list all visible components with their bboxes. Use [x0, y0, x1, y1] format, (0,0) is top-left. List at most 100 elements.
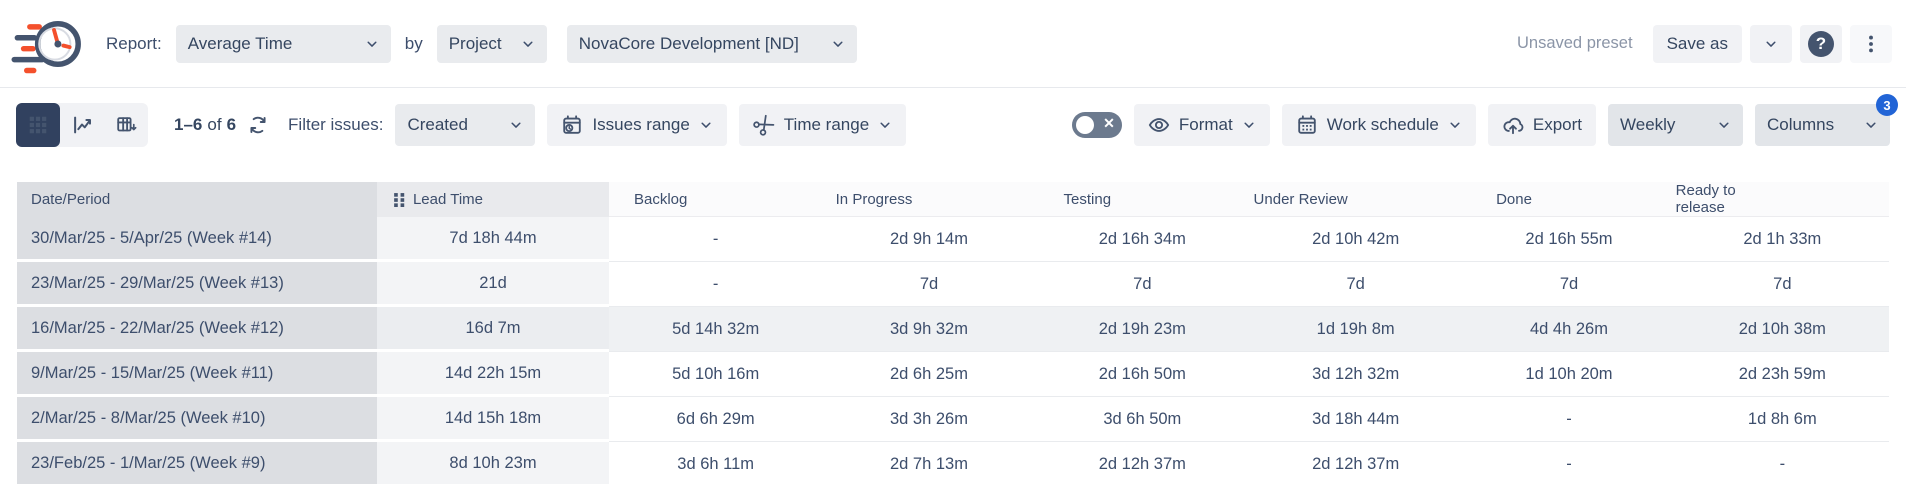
- value-cell: 2d 12h 37m: [1036, 442, 1249, 484]
- more-options-button[interactable]: [1850, 25, 1892, 63]
- work-schedule-button[interactable]: Work schedule: [1282, 104, 1476, 146]
- save-as-button[interactable]: Save as: [1653, 25, 1742, 63]
- date-period-cell: 2/Mar/25 - 8/Mar/25 (Week #10): [17, 397, 377, 442]
- value-cell: 2d 6h 25m: [822, 352, 1035, 397]
- chevron-down-icon: [831, 37, 845, 51]
- date-period-cell: 23/Mar/25 - 29/Mar/25 (Week #13): [17, 262, 377, 307]
- columns-label: Columns: [1767, 115, 1834, 135]
- lead-time-cell: 21d: [377, 262, 609, 307]
- cloud-export-icon: [1502, 114, 1524, 136]
- refresh-icon[interactable]: [248, 115, 268, 135]
- value-cell: 2d 1h 33m: [1676, 217, 1889, 262]
- time-range-button[interactable]: Time range: [739, 104, 906, 146]
- value-cell: -: [1676, 442, 1889, 484]
- value-cell: 2d 9h 14m: [822, 217, 1035, 262]
- column-header-lead-time[interactable]: Lead Time: [377, 182, 609, 217]
- help-button[interactable]: ?: [1800, 25, 1842, 63]
- value-cell: 7d: [1036, 262, 1249, 307]
- top-header-bar: Report: Average Time by Project NovaCore…: [0, 0, 1906, 88]
- format-label: Format: [1179, 115, 1233, 135]
- by-label: by: [405, 34, 423, 54]
- eye-icon: [1148, 114, 1170, 136]
- chevron-down-icon: [365, 37, 379, 51]
- work-schedule-label: Work schedule: [1327, 115, 1439, 135]
- date-period-cell: 9/Mar/25 - 15/Mar/25 (Week #11): [17, 352, 377, 397]
- date-period-cell: 30/Mar/25 - 5/Apr/25 (Week #14): [17, 217, 377, 262]
- date-period-cell: 23/Feb/25 - 1/Mar/25 (Week #9): [17, 442, 377, 484]
- lead-time-cell: 14d 22h 15m: [377, 352, 609, 397]
- value-cell: 4d 4h 26m: [1462, 307, 1675, 352]
- value-cell: 1d 19h 8m: [1249, 307, 1462, 352]
- column-header-testing[interactable]: Testing: [1036, 182, 1249, 217]
- export-label: Export: [1533, 115, 1582, 135]
- value-cell: 2d 19h 23m: [1036, 307, 1249, 352]
- toggle-knob: [1076, 116, 1094, 134]
- value-cell: 2d 16h 34m: [1036, 217, 1249, 262]
- value-cell: 3d 6h 50m: [1036, 397, 1249, 442]
- value-cell: 7d: [1249, 262, 1462, 307]
- column-header-in-progress[interactable]: In Progress: [822, 182, 1035, 217]
- value-cell: 7d: [1676, 262, 1889, 307]
- filter-issues-label: Filter issues:: [288, 115, 383, 135]
- scissors-icon: [753, 114, 775, 136]
- calendar-icon: [1296, 114, 1318, 136]
- columns-count-badge: 3: [1876, 94, 1898, 116]
- filter-field-select[interactable]: Created: [395, 104, 535, 146]
- chevron-down-icon: [878, 118, 892, 132]
- period-select[interactable]: Weekly: [1608, 104, 1743, 146]
- column-header-date-period[interactable]: Date/Period: [17, 182, 377, 217]
- date-period-cell: 16/Mar/25 - 22/Mar/25 (Week #12): [17, 307, 377, 352]
- issues-range-button[interactable]: Issues range: [547, 104, 726, 146]
- value-cell: 2d 16h 55m: [1462, 217, 1675, 262]
- value-cell: 7d: [822, 262, 1035, 307]
- line-chart-icon: [71, 114, 93, 136]
- table-row: 9/Mar/25 - 15/Mar/25 (Week #11) 14d 22h …: [17, 352, 1889, 397]
- grid-view-icon: [27, 114, 49, 136]
- column-header-under-review[interactable]: Under Review: [1249, 182, 1462, 217]
- issues-range-label: Issues range: [592, 115, 689, 135]
- question-mark-icon: ?: [1808, 31, 1834, 57]
- value-cell: 5d 10h 16m: [609, 352, 822, 397]
- table-row: 30/Mar/25 - 5/Apr/25 (Week #14) 7d 18h 4…: [17, 217, 1889, 262]
- pagination-range: 1–6: [174, 115, 202, 135]
- chart-view-button[interactable]: [60, 103, 104, 147]
- table-row: 23/Mar/25 - 29/Mar/25 (Week #13) 21d - 7…: [17, 262, 1889, 307]
- group-by-select[interactable]: Project: [437, 25, 547, 63]
- save-as-dropdown-button[interactable]: [1750, 25, 1792, 63]
- pivot-table-icon: [115, 114, 137, 136]
- columns-select[interactable]: Columns: [1755, 104, 1890, 146]
- value-cell: 5d 14h 32m: [609, 307, 822, 352]
- app-logo-flying-clock-icon: [8, 9, 86, 79]
- export-button[interactable]: Export: [1488, 104, 1596, 146]
- value-cell: -: [1462, 397, 1675, 442]
- pivot-view-button[interactable]: [104, 103, 148, 147]
- project-value: NovaCore Development [ND]: [579, 34, 799, 54]
- value-cell: 1d 10h 20m: [1462, 352, 1675, 397]
- report-type-select[interactable]: Average Time: [176, 25, 391, 63]
- report-type-value: Average Time: [188, 34, 293, 54]
- pagination-of: of: [207, 115, 221, 135]
- table-header-row: Date/Period Lead Time Backlog In Progres…: [17, 182, 1889, 217]
- empty-values-toggle[interactable]: ✕: [1072, 112, 1122, 138]
- column-header-done[interactable]: Done: [1462, 182, 1675, 217]
- value-cell: 2d 16h 50m: [1036, 352, 1249, 397]
- lead-time-cell: 16d 7m: [377, 307, 609, 352]
- format-button[interactable]: Format: [1134, 104, 1270, 146]
- chevron-down-icon: [699, 118, 713, 132]
- calendar-clock-icon: [561, 114, 583, 136]
- period-value: Weekly: [1620, 115, 1675, 135]
- table-view-button[interactable]: [16, 103, 60, 147]
- chevron-down-icon: [521, 37, 535, 51]
- column-header-backlog[interactable]: Backlog: [609, 182, 822, 217]
- value-cell: 3d 12h 32m: [1249, 352, 1462, 397]
- chevron-down-icon: [1242, 118, 1256, 132]
- preset-status: Unsaved preset: [1517, 34, 1633, 53]
- table-row: 2/Mar/25 - 8/Mar/25 (Week #10) 14d 15h 1…: [17, 397, 1889, 442]
- value-cell: 2d 10h 38m: [1676, 307, 1889, 352]
- time-range-label: Time range: [784, 115, 869, 135]
- value-cell: 3d 3h 26m: [822, 397, 1035, 442]
- value-cell: 3d 18h 44m: [1249, 397, 1462, 442]
- chevron-down-icon: [1448, 118, 1462, 132]
- project-select[interactable]: NovaCore Development [ND]: [567, 25, 857, 63]
- column-header-ready-to-release[interactable]: Ready to release: [1676, 182, 1889, 217]
